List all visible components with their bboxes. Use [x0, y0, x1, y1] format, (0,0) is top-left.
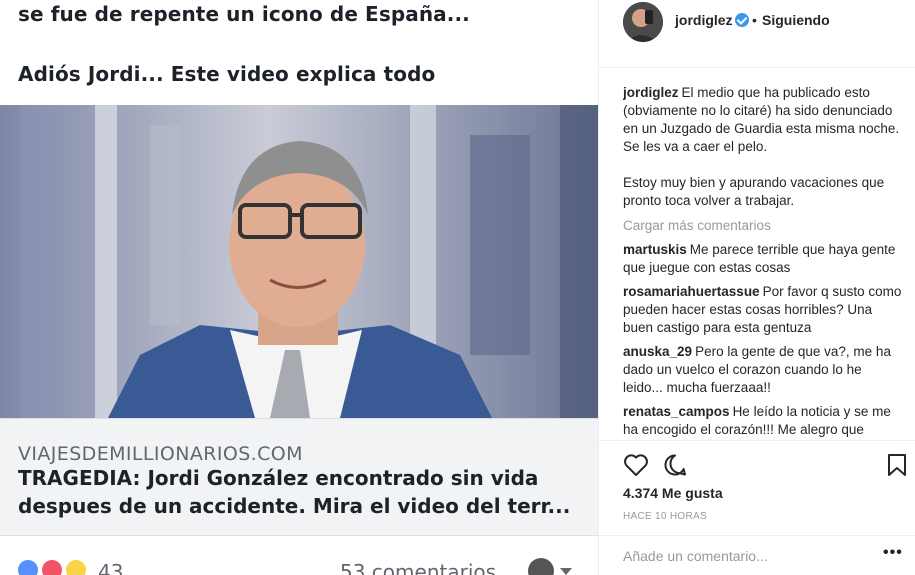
avatar: [528, 558, 554, 575]
news-photo: [0, 105, 598, 418]
headline-text-1: se fue de repente un icono de España...: [18, 2, 470, 26]
wow-icon: [64, 558, 88, 575]
separator-dot: •: [752, 12, 757, 28]
timestamp: HACE 10 HORAS: [623, 511, 707, 522]
list-item: renatas_campos He leído la noticia y se m…: [623, 403, 903, 439]
link-domain: VIAJESDEMILLIONARIOS.COM: [18, 443, 303, 465]
heart-icon[interactable]: [623, 453, 649, 477]
verified-badge-icon: [735, 13, 749, 27]
link-title-line-1: TRAGEDIA: Jordi González encontrado sin …: [18, 466, 539, 490]
photo-illustration: [0, 105, 598, 418]
comment-username[interactable]: martuskis: [623, 242, 687, 257]
link-title-line-2: despues de un accidente. Mira el video d…: [18, 494, 571, 518]
post-media: se fue de repente un icono de España... …: [0, 0, 598, 575]
follow-button[interactable]: Siguiendo: [762, 12, 830, 28]
likes-count[interactable]: 4.374 Me gusta: [623, 485, 723, 501]
header-username[interactable]: jordiglez: [675, 12, 733, 28]
caption-text-2: Estoy muy bien y apurando vacaciones que…: [623, 175, 885, 208]
comment-count: 53 comentarios: [340, 560, 497, 575]
action-bar: 4.374 Me gusta HACE 10 HORAS: [599, 440, 915, 535]
post-header: jordiglez • Siguiendo: [599, 0, 915, 68]
add-comment-bar: •••: [599, 535, 915, 575]
list-item: anuska_29 Pero la gente de que va?, me ha…: [623, 343, 903, 397]
more-options-icon[interactable]: •••: [883, 544, 903, 562]
post-panel: jordiglez • Siguiendo jordiglez El medio …: [598, 0, 915, 575]
avatar[interactable]: [623, 2, 663, 42]
caption-username[interactable]: jordiglez: [623, 85, 679, 100]
comment-username[interactable]: anuska_29: [623, 344, 692, 359]
chevron-down-icon: [560, 568, 572, 575]
list-item: rosamariahuertassue Por favor q susto com…: [623, 283, 903, 337]
comment-username[interactable]: rosamariahuertassue: [623, 284, 760, 299]
comment-icon[interactable]: [663, 453, 687, 477]
avatar-illustration: [623, 2, 663, 42]
bookmark-icon[interactable]: [887, 453, 907, 477]
headline-text-2: Adiós Jordi... Este video explica todo: [18, 62, 436, 86]
comment-username[interactable]: renatas_campos: [623, 404, 730, 419]
comments-list: jordiglez El medio que ha publicado esto …: [623, 84, 903, 440]
angry-icon: [40, 558, 64, 575]
comment-input[interactable]: [623, 546, 863, 566]
load-more-comments-link[interactable]: Cargar más comentarios: [623, 218, 903, 233]
reaction-count: 43: [98, 560, 124, 575]
reactions-bar: 43 53 comentarios: [0, 540, 598, 575]
caption: jordiglez El medio que ha publicado esto …: [623, 84, 903, 210]
list-item: martuskis Me parece terrible que haya gen…: [623, 241, 903, 277]
like-icon: [16, 558, 40, 575]
